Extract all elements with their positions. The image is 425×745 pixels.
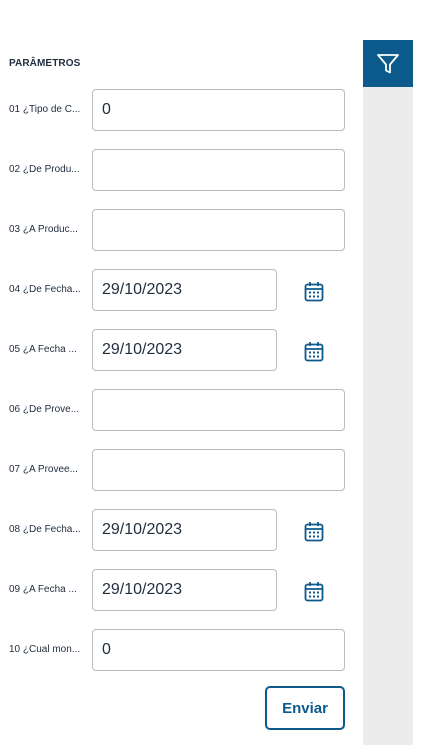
param-row: 10 ¿Cual mon... (0, 629, 362, 673)
param-row: 01 ¿Tipo de C... (0, 89, 362, 133)
param-label: 03 ¿A Produc... (9, 224, 78, 235)
param-label: 06 ¿De Prove... (9, 404, 80, 415)
calendar-icon (304, 281, 324, 301)
param-row: 05 ¿A Fecha ... (0, 329, 362, 373)
param-row: 04 ¿De Fecha... (0, 269, 362, 313)
date-input-05[interactable] (92, 329, 277, 371)
param-label: 08 ¿De Fecha... (9, 524, 81, 535)
param-input-01[interactable] (92, 89, 345, 131)
param-label: 02 ¿De Produ... (9, 164, 80, 175)
param-input-02[interactable] (92, 149, 345, 191)
param-row: 07 ¿A Provee... (0, 449, 362, 493)
filter-sidebar (363, 40, 413, 745)
filter-toggle-button[interactable] (363, 40, 413, 87)
param-row: 03 ¿A Produc... (0, 209, 362, 253)
param-label: 01 ¿Tipo de C... (9, 104, 81, 115)
param-label: 10 ¿Cual mon... (9, 644, 81, 655)
calendar-icon (304, 581, 324, 601)
date-input-09[interactable] (92, 569, 277, 611)
parameters-panel: PARÂMETROS 01 ¿Tipo de C... 02 ¿De Produ… (0, 0, 362, 745)
calendar-icon (304, 341, 324, 361)
param-input-03[interactable] (92, 209, 345, 251)
param-input-07[interactable] (92, 449, 345, 491)
date-input-08[interactable] (92, 509, 277, 551)
param-row: 06 ¿De Prove... (0, 389, 362, 433)
param-row: 08 ¿De Fecha... (0, 509, 362, 553)
calendar-button[interactable] (302, 279, 326, 303)
calendar-button[interactable] (302, 579, 326, 603)
filter-icon (377, 53, 399, 73)
date-input-04[interactable] (92, 269, 277, 311)
section-title: PARÂMETROS (9, 58, 81, 69)
submit-button[interactable]: Enviar (265, 686, 345, 730)
param-input-10[interactable] (92, 629, 345, 671)
calendar-icon (304, 521, 324, 541)
param-label: 05 ¿A Fecha ... (9, 344, 77, 355)
param-row: 02 ¿De Produ... (0, 149, 362, 193)
param-label: 07 ¿A Provee... (9, 464, 78, 475)
param-row: 09 ¿A Fecha ... (0, 569, 362, 613)
calendar-button[interactable] (302, 339, 326, 363)
calendar-button[interactable] (302, 519, 326, 543)
param-input-06[interactable] (92, 389, 345, 431)
param-label: 09 ¿A Fecha ... (9, 584, 77, 595)
param-label: 04 ¿De Fecha... (9, 284, 81, 295)
